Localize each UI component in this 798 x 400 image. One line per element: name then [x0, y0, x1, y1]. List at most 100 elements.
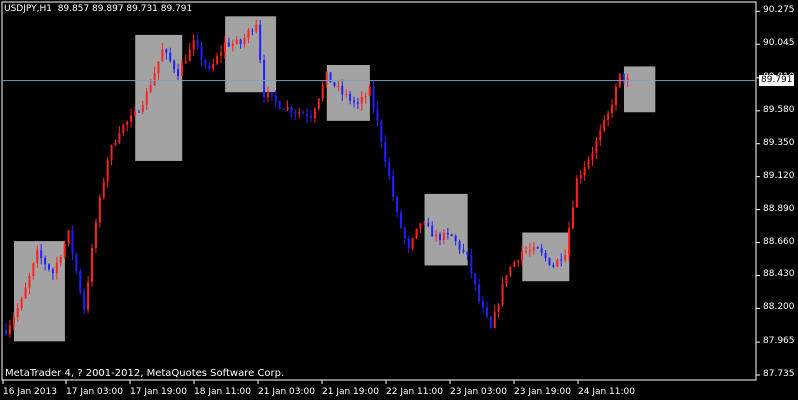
- candle-body: [36, 250, 39, 264]
- candle-body: [134, 111, 137, 116]
- candle-body: [466, 251, 469, 255]
- candle-body: [313, 108, 316, 119]
- candle-body: [595, 140, 598, 154]
- candle-body: [83, 291, 86, 310]
- price-tick-label: 89.580: [763, 104, 795, 115]
- candle-body: [208, 65, 211, 69]
- candle-body: [169, 52, 172, 61]
- candle-body: [94, 222, 97, 249]
- candle-body: [24, 287, 27, 299]
- candle-body: [349, 93, 352, 101]
- candle-body: [239, 39, 242, 44]
- chart-plot-area[interactable]: [0, 0, 798, 400]
- candle-body: [122, 124, 125, 134]
- candle-body: [282, 109, 285, 111]
- candle-body: [59, 257, 62, 263]
- candle-body: [392, 176, 395, 197]
- candle-body: [462, 249, 465, 252]
- candle-body: [356, 102, 359, 104]
- candle-body: [243, 37, 246, 44]
- candle-body: [251, 30, 254, 32]
- candle-body: [16, 308, 19, 318]
- time-tick-label: 21 Jan 19:00: [322, 387, 379, 397]
- candle-body: [599, 130, 602, 141]
- candle-body: [298, 112, 301, 114]
- candle-body: [372, 86, 375, 109]
- candle-body: [399, 212, 402, 228]
- candle-body: [204, 60, 207, 66]
- candle-body: [137, 111, 140, 113]
- price-tick-label: 90.045: [763, 38, 795, 49]
- candle-body: [591, 153, 594, 160]
- candle-body: [114, 142, 117, 146]
- candle-body: [91, 248, 94, 283]
- candle-body: [575, 178, 578, 208]
- candle-body: [302, 112, 305, 114]
- candle-body: [223, 42, 226, 53]
- candle-body: [98, 197, 101, 223]
- candle-body: [126, 121, 129, 125]
- candle-body: [102, 181, 105, 198]
- candle-body: [513, 262, 516, 267]
- chart-window[interactable]: USDJPY,H1 89.857 89.897 89.731 89.791 Me…: [0, 0, 798, 400]
- candle-body: [532, 247, 535, 251]
- candle-body: [497, 304, 500, 312]
- chart-frame: [1, 1, 757, 381]
- session-range-box: [623, 66, 656, 113]
- time-tick-label: 18 Jan 11:00: [194, 387, 251, 397]
- candle-body: [32, 263, 35, 277]
- candle-body: [67, 230, 70, 244]
- candle-body: [157, 61, 160, 74]
- candle-body: [380, 121, 383, 142]
- chart-header: USDJPY,H1 89.857 89.897 89.731 89.791: [4, 4, 192, 15]
- candle-body: [188, 49, 191, 62]
- candle-body: [337, 85, 340, 87]
- candle-body: [450, 234, 453, 236]
- time-tick-label: 21 Jan 03:00: [258, 387, 315, 397]
- candle-body: [411, 238, 414, 249]
- candle-body: [44, 257, 47, 265]
- candle-body: [12, 317, 15, 326]
- candle-body: [286, 107, 289, 110]
- candle-body: [528, 250, 531, 252]
- candle-body: [560, 259, 563, 261]
- candle-body: [196, 40, 199, 47]
- candle-body: [79, 271, 82, 292]
- candle-body: [118, 133, 121, 143]
- candle-body: [603, 120, 606, 131]
- candle-body: [435, 234, 438, 237]
- candle-body: [431, 225, 434, 237]
- candle-body: [153, 73, 156, 86]
- symbol-label: USDJPY,H1: [4, 4, 52, 14]
- candle-body: [583, 167, 586, 176]
- time-tick-label: 17 Jan 19:00: [130, 387, 187, 397]
- candle-body: [419, 223, 422, 229]
- candle-body: [266, 92, 269, 98]
- session-range-box: [14, 241, 65, 342]
- candle-body: [540, 248, 543, 253]
- candle-body: [607, 113, 610, 121]
- candle-body: [278, 101, 281, 110]
- candle-body: [161, 49, 164, 62]
- session-range-box: [424, 193, 468, 266]
- candle-body: [485, 307, 488, 317]
- candle-body: [505, 275, 508, 284]
- candle-body: [255, 24, 258, 32]
- price-tick-label: 88.430: [763, 269, 795, 280]
- candle-body: [552, 265, 555, 267]
- candle-body: [306, 113, 309, 117]
- candle-body: [192, 40, 195, 50]
- candle-body: [384, 141, 387, 162]
- candle-body: [403, 227, 406, 239]
- candle-body: [259, 24, 262, 61]
- candle-body: [446, 232, 449, 235]
- candle-body: [173, 60, 176, 70]
- candle-body: [333, 82, 336, 86]
- time-tick-label: 17 Jan 03:00: [66, 387, 123, 397]
- ohlc-label: 89.857 89.897 89.731 89.791: [57, 4, 193, 14]
- candle-body: [544, 252, 547, 258]
- candle-body: [474, 273, 477, 285]
- time-tick-label: 16 Jan 2013: [3, 387, 57, 397]
- candle-body: [442, 232, 445, 241]
- candle-body: [352, 100, 355, 103]
